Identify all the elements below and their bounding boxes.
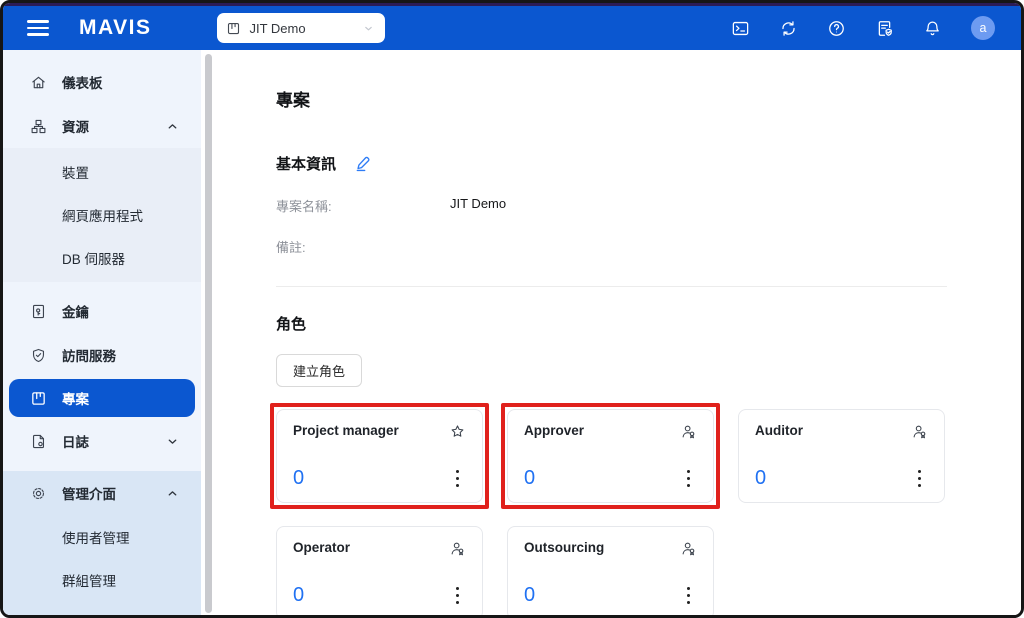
more-options-icon[interactable] [449, 468, 466, 489]
role-card-auditor: Auditor 0 [738, 409, 945, 503]
sidebar-item-projects[interactable]: 專案 [9, 379, 195, 417]
field-note: 備註: [276, 237, 947, 256]
sidebar-item-label: 資源 [62, 120, 89, 135]
role-name: Project manager [293, 423, 399, 438]
header-actions: a [731, 16, 995, 40]
field-value: JIT Demo [450, 196, 507, 211]
basic-info-header: 基本資訊 [276, 153, 947, 174]
role-card-outsourcing: Outsourcing 0 [507, 526, 714, 615]
sidebar-item-label: 網頁應用程式 [62, 208, 143, 224]
sidebar-item-keys[interactable]: 金鑰 [3, 290, 201, 332]
user-award-icon [913, 425, 926, 439]
field-label: 備註: [276, 240, 306, 255]
sidebar-group-admin: 管理介面 使用者管理 群組管理 [3, 471, 201, 615]
project-icon [228, 22, 240, 34]
sidebar-item-devices[interactable]: 裝置 [3, 150, 201, 193]
sidebar-group-resources: 裝置 網頁應用程式 DB 伺服器 [3, 148, 201, 282]
role-member-count[interactable]: 0 [293, 467, 304, 490]
chevron-down-icon [168, 438, 177, 444]
sidebar-item-dashboard[interactable]: 儀表板 [3, 61, 201, 103]
user-award-icon [682, 542, 695, 556]
sync-icon[interactable] [779, 19, 798, 38]
sidebar-item-label: 日誌 [62, 435, 89, 450]
sidebar-item-group-management[interactable]: 群組管理 [3, 558, 201, 601]
section-divider [276, 286, 947, 287]
user-award-icon [682, 425, 695, 439]
home-icon [32, 76, 45, 88]
role-member-count[interactable]: 0 [755, 467, 766, 490]
shield-check-icon [32, 348, 45, 362]
star-icon[interactable] [449, 423, 466, 440]
user-avatar[interactable]: a [971, 16, 995, 40]
sidebar-item-label: 裝置 [62, 165, 89, 181]
sidebar-item-label: 專案 [62, 392, 89, 407]
more-options-icon[interactable] [449, 585, 466, 606]
help-icon[interactable] [827, 19, 846, 38]
sidebar: 儀表板 資源 裝置 網頁應用程式 DB 伺服器 金鑰 訪問服務 專案 日誌 管理… [3, 50, 201, 615]
hamburger-menu-icon[interactable] [27, 20, 49, 36]
top-navbar: MAVIS JIT Demo a [3, 6, 1021, 50]
role-member-count[interactable]: 0 [293, 584, 304, 607]
role-member-count[interactable]: 0 [524, 467, 535, 490]
more-options-icon[interactable] [680, 468, 697, 489]
terminal-icon[interactable] [731, 19, 750, 38]
sidebar-scrollbar [201, 50, 216, 615]
sidebar-item-resources[interactable]: 資源 [3, 105, 201, 147]
field-label: 專案名稱: [276, 199, 332, 214]
user-award-icon [451, 542, 464, 556]
sidebar-item-label: 金鑰 [62, 305, 89, 320]
sidebar-item-web-apps[interactable]: 網頁應用程式 [3, 193, 201, 236]
project-icon [32, 391, 45, 405]
avatar-initial: a [979, 21, 987, 35]
app-body: 儀表板 資源 裝置 網頁應用程式 DB 伺服器 金鑰 訪問服務 專案 日誌 管理… [3, 50, 1021, 615]
create-role-button[interactable]: 建立角色 [276, 354, 363, 387]
project-selector-dropdown[interactable]: JIT Demo [217, 13, 386, 43]
role-card-operator: Operator 0 [276, 526, 483, 615]
role-cards-grid: Project manager 0 Approver 0 Auditor 0 O… [270, 403, 947, 615]
more-options-icon[interactable] [911, 468, 928, 489]
role-card-approver: Approver 0 [501, 403, 720, 509]
chevron-down-icon [365, 26, 373, 30]
project-selector-value: JIT Demo [249, 20, 306, 36]
log-file-icon [32, 434, 45, 448]
role-name: Operator [293, 540, 351, 555]
sidebar-item-label: DB 伺服器 [62, 251, 126, 267]
role-name: Approver [524, 423, 585, 438]
chevron-up-icon [168, 490, 177, 496]
role-name: Outsourcing [524, 540, 605, 555]
more-options-icon[interactable] [680, 585, 697, 606]
sidebar-item-label: 使用者管理 [62, 530, 130, 546]
main-content: 專案 基本資訊 專案名稱: JIT Demo 備註: 角色 建立角色 Proje… [216, 50, 1021, 615]
sidebar-item-user-management[interactable]: 使用者管理 [3, 515, 201, 558]
basic-info-heading: 基本資訊 [276, 156, 337, 173]
brand-logo[interactable]: MAVIS [79, 16, 151, 40]
pencil-line-icon[interactable] [354, 154, 373, 173]
sidebar-item-label: 群組管理 [62, 573, 116, 589]
sidebar-item-label: 儀表板 [62, 76, 103, 91]
chevron-up-icon [168, 123, 177, 129]
sitemap-icon [31, 119, 46, 133]
sidebar-item-db-servers[interactable]: DB 伺服器 [3, 236, 201, 279]
app-window: MAVIS JIT Demo a 儀表板 資源 裝置 網頁應用程式 DB 伺服器… [0, 0, 1024, 618]
scrollbar-thumb[interactable] [205, 54, 212, 613]
role-member-count[interactable]: 0 [524, 584, 535, 607]
role-card-project-manager: Project manager 0 [270, 403, 489, 509]
bell-icon[interactable] [923, 19, 942, 38]
sidebar-item-access-services[interactable]: 訪問服務 [3, 334, 201, 376]
gear-icon [32, 487, 45, 499]
roles-heading: 角色 [276, 316, 307, 333]
role-name: Auditor [755, 423, 803, 438]
field-project-name: 專案名稱: JIT Demo [276, 196, 947, 215]
key-file-icon [32, 304, 45, 318]
policy-doc-icon[interactable] [875, 19, 894, 38]
page-title: 專案 [276, 91, 310, 110]
sidebar-item-label: 管理介面 [62, 487, 116, 502]
sidebar-item-label: 訪問服務 [62, 349, 116, 364]
sidebar-item-logs[interactable]: 日誌 [3, 420, 201, 462]
sidebar-item-admin-interface[interactable]: 管理介面 [3, 472, 201, 514]
